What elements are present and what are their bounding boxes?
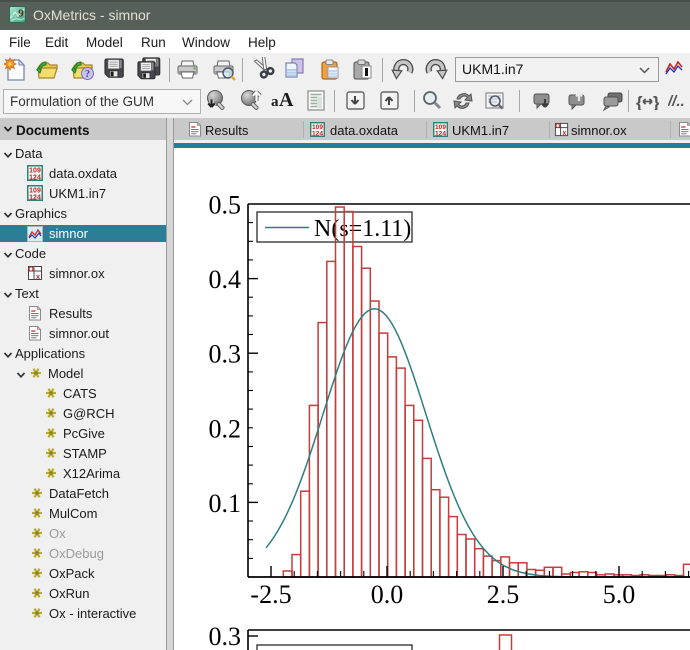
svg-text:0.1: 0.1 [209,489,242,518]
svg-text:5.0: 5.0 [603,580,636,609]
svg-text:2.5: 2.5 [487,580,520,609]
svg-text:124: 124 [312,131,323,137]
svg-text:0.3: 0.3 [209,340,242,369]
svg-text:a: a [271,94,279,110]
svg-text:124: 124 [29,195,41,202]
svg-text:0.3: 0.3 [209,622,242,650]
svg-text:124: 124 [29,175,41,182]
svg-text:N(s=1.11): N(s=1.11) [314,216,411,242]
svg-text://..: //.. [668,93,685,110]
svg-text:109: 109 [29,188,41,195]
svg-text:0.0: 0.0 [371,580,404,609]
svg-text:9: 9 [18,8,24,20]
svg-text:124: 124 [435,131,446,137]
svg-text:O: O [555,123,560,130]
svg-text:A: A [279,89,294,111]
svg-text:?: ? [85,69,90,80]
svg-text:{: { [636,93,643,110]
svg-text:0.5: 0.5 [209,191,242,220]
svg-text:x: x [562,130,566,137]
svg-text:-2.5: -2.5 [250,580,291,609]
svg-text:}: } [653,93,659,110]
svg-text:O: O [28,267,34,274]
svg-text:0.4: 0.4 [209,265,242,294]
svg-text:109: 109 [29,168,41,175]
svg-text:0.2: 0.2 [209,414,242,443]
